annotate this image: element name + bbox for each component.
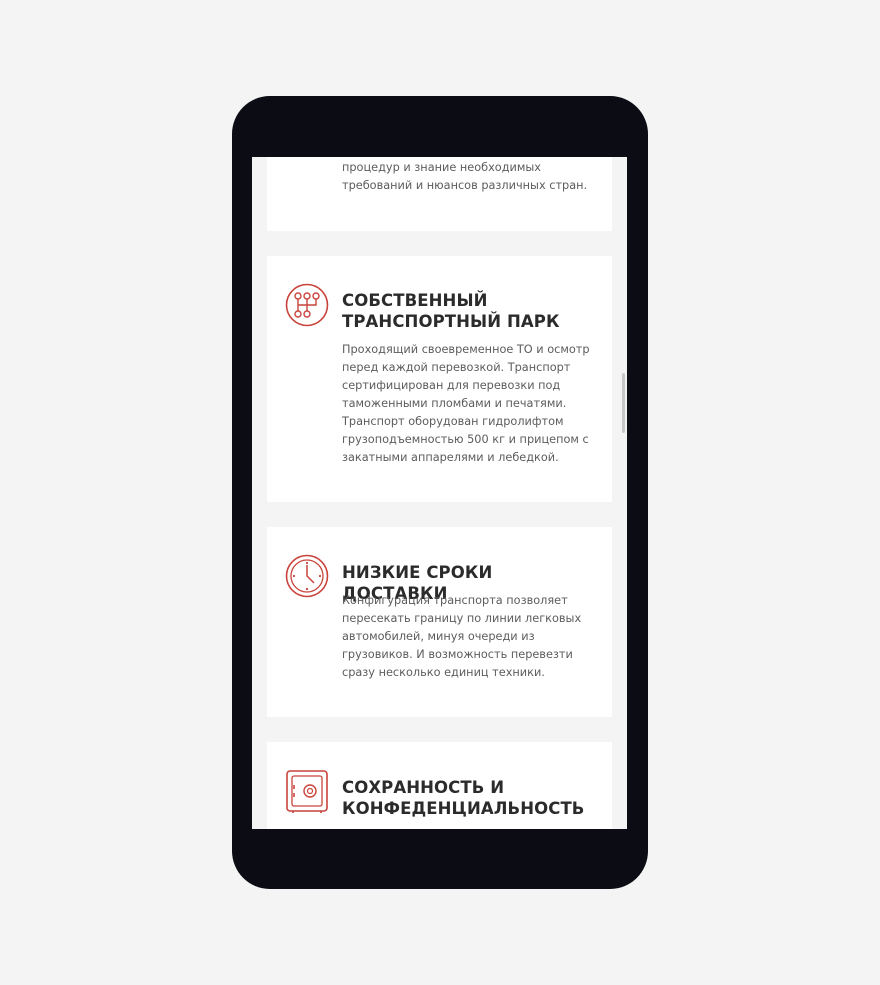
gearshift-icon [285,283,329,327]
feature-card-own-fleet: СОБСТВЕННЫЙ ТРАНСПОРТНЫЙ ПАРК Проходящий… [267,256,612,502]
feature-card-delivery-time: НИЗКИЕ СРОКИ ДОСТАВКИ Конфигурация транс… [267,527,612,717]
scrollbar-thumb[interactable] [622,373,625,433]
clock-icon [285,554,329,598]
phone-screen[interactable]: процедур и знание необходимых требований… [252,157,627,829]
feature-card-text: Конфигурация транспорта позволяет пересе… [342,594,582,679]
feature-card-text: Проходящий своевременное ТО и осмотр пер… [342,343,590,464]
feature-card-text: процедур и знание необходимых требований… [342,161,588,192]
feature-card: процедур и знание необходимых требований… [267,157,612,231]
phone-frame: процедур и знание необходимых требований… [232,96,648,889]
feature-card-title: СОХРАННОСТЬ И КОНФЕДЕНЦИАЛЬНОСТЬ [342,778,585,818]
feature-card-safety: СОХРАННОСТЬ И КОНФЕДЕНЦИАЛЬНОСТЬ [267,742,612,829]
safe-icon [285,769,329,813]
feature-card-title: СОБСТВЕННЫЙ ТРАНСПОРТНЫЙ ПАРК [342,291,560,331]
